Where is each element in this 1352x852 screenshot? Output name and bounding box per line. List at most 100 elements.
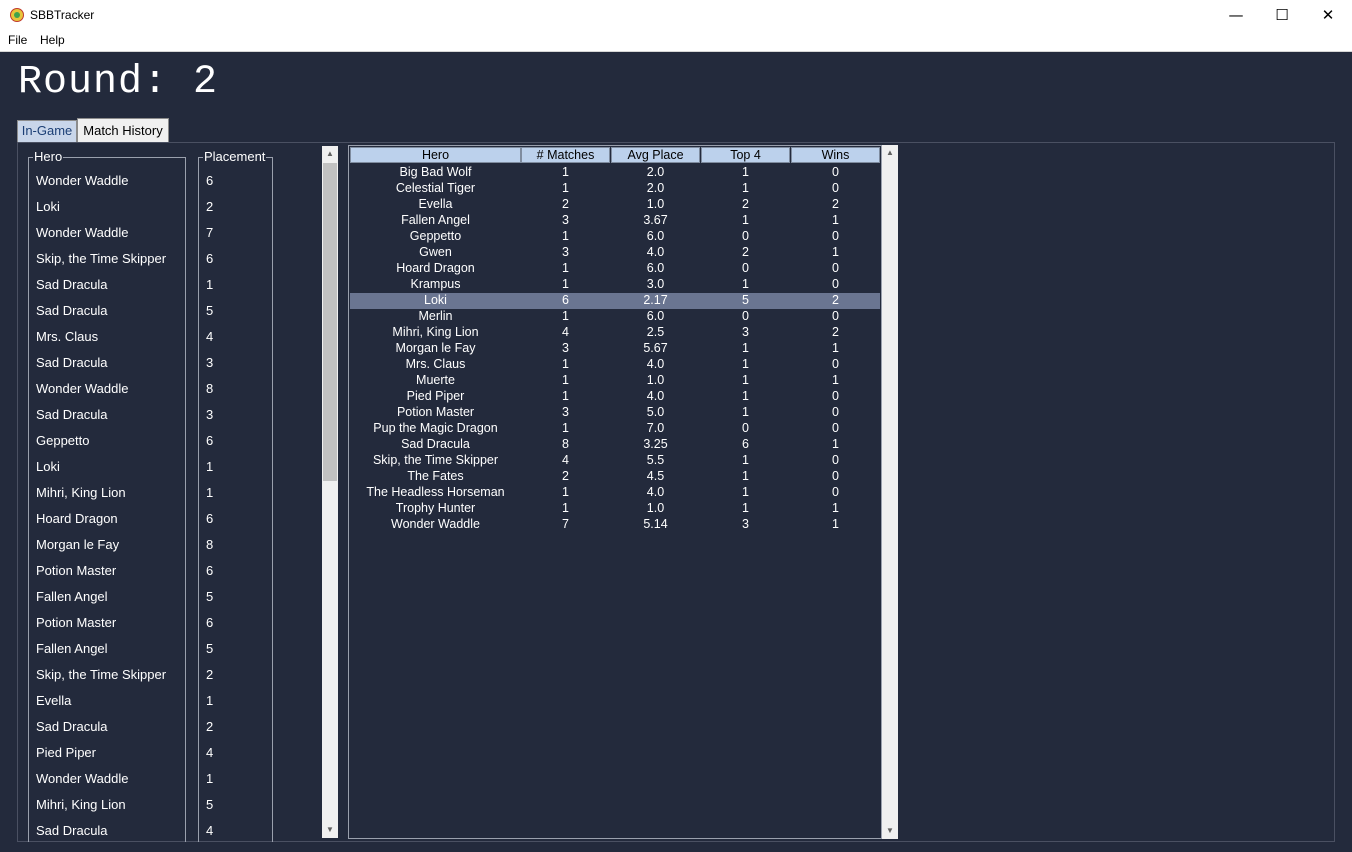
table-row[interactable]: Gwen 3 4.0 2 1	[350, 245, 880, 261]
table-row[interactable]: The Headless Horseman 1 4.0 1 0	[350, 485, 880, 501]
menu-help[interactable]: Help	[40, 33, 65, 47]
table-row[interactable]: Mihri, King Lion 4 2.5 3 2	[350, 325, 880, 341]
table-cell: 1	[832, 437, 839, 451]
tab-in-game[interactable]: In-Game	[17, 120, 77, 142]
table-cell: 1	[742, 389, 749, 403]
scrollbar-thumb[interactable]	[323, 163, 337, 481]
history-placement: 3	[206, 355, 214, 370]
table-cell: 4	[562, 453, 569, 467]
history-hero: Hoard Dragon	[36, 511, 118, 526]
history-placement: 4	[206, 329, 214, 344]
table-row[interactable]: Hoard Dragon 1 6.0 0 0	[350, 261, 880, 277]
table-cell: 0	[742, 229, 749, 243]
table-cell: 3	[562, 405, 569, 419]
table-row[interactable]: Trophy Hunter 1 1.0 1 1	[350, 501, 880, 517]
table-row[interactable]: Potion Master 3 5.0 1 0	[350, 405, 880, 421]
table-cell: Trophy Hunter	[395, 501, 476, 515]
table-cell: Loki	[424, 293, 447, 307]
table-cell: The Fates	[407, 469, 464, 483]
table-cell: 1	[562, 389, 569, 403]
table-row[interactable]: Morgan le Fay 3 5.67 1 1	[350, 341, 880, 357]
history-hero: Skip, the Time Skipper	[36, 667, 167, 682]
table-cell: 2.17	[643, 293, 668, 307]
scroll-up-icon[interactable]: ▲	[322, 146, 338, 162]
table-row[interactable]: Evella 2 1.0 2 2	[350, 197, 880, 213]
table-cell: 1	[742, 501, 749, 515]
menu-file[interactable]: File	[8, 33, 27, 47]
history-placement: 2	[206, 719, 214, 734]
column-header[interactable]: Hero	[350, 147, 521, 163]
history-placement: 4	[206, 823, 214, 838]
table-cell: 2.0	[646, 165, 665, 179]
table-cell: The Headless Horseman	[366, 485, 505, 499]
table-cell: 0	[832, 405, 839, 419]
table-row[interactable]: Krampus 1 3.0 1 0	[350, 277, 880, 293]
round-label: Round: 2	[18, 60, 219, 105]
table-row[interactable]: Mrs. Claus 1 4.0 1 0	[350, 357, 880, 373]
table-cell: 4.5	[646, 469, 665, 483]
table-row[interactable]: Loki 6 2.17 5 2	[350, 293, 880, 309]
scroll-down-icon[interactable]: ▼	[882, 823, 898, 839]
table-cell: 1	[742, 165, 749, 179]
table-cell: 0	[832, 309, 839, 323]
table-cell: 0	[832, 485, 839, 499]
table-cell: 1	[742, 405, 749, 419]
table-cell: 0	[742, 421, 749, 435]
table-cell: 1	[562, 357, 569, 371]
table-row[interactable]: Geppetto 1 6.0 0 0	[350, 229, 880, 245]
column-header[interactable]: Top 4	[701, 147, 790, 163]
table-cell: 0	[832, 261, 839, 275]
close-button[interactable]: ✕	[1305, 0, 1351, 30]
history-placement: 5	[206, 797, 214, 812]
table-row[interactable]: Sad Dracula 8 3.25 6 1	[350, 437, 880, 453]
history-placement: 6	[206, 511, 214, 526]
table-row[interactable]: Merlin 1 6.0 0 0	[350, 309, 880, 325]
history-hero: Fallen Angel	[36, 589, 108, 604]
table-cell: 0	[832, 469, 839, 483]
table-cell: Hoard Dragon	[396, 261, 475, 275]
table-cell: 0	[742, 309, 749, 323]
table-cell: 1	[832, 373, 839, 387]
table-cell: 3.67	[643, 213, 668, 227]
table-row[interactable]: Pup the Magic Dragon 1 7.0 0 0	[350, 421, 880, 437]
table-cell: 2.5	[646, 325, 665, 339]
column-header[interactable]: Wins	[791, 147, 880, 163]
column-header[interactable]: # Matches	[521, 147, 610, 163]
table-cell: 1	[832, 517, 839, 531]
table-row[interactable]: Muerte 1 1.0 1 1	[350, 373, 880, 389]
table-cell: 2	[832, 197, 839, 211]
table-cell: Big Bad Wolf	[399, 165, 472, 179]
history-scrollbar[interactable]: ▲ ▼	[322, 146, 338, 838]
table-row[interactable]: Skip, the Time Skipper 4 5.5 1 0	[350, 453, 880, 469]
table-cell: 2	[742, 197, 749, 211]
stats-scrollbar[interactable]: ▲ ▼	[882, 145, 898, 839]
table-cell: 5.0	[646, 405, 665, 419]
history-hero: Sad Dracula	[36, 303, 108, 318]
table-cell: 1	[562, 261, 569, 275]
minimize-button[interactable]: —	[1213, 0, 1259, 30]
table-cell: 3	[562, 213, 569, 227]
table-row[interactable]: Pied Piper 1 4.0 1 0	[350, 389, 880, 405]
table-row[interactable]: The Fates 2 4.5 1 0	[350, 469, 880, 485]
table-cell: Wonder Waddle	[391, 517, 480, 531]
table-cell: 5.14	[643, 517, 668, 531]
column-header[interactable]: Avg Place	[611, 147, 700, 163]
table-cell: 1.0	[646, 501, 665, 515]
table-row[interactable]: Fallen Angel 3 3.67 1 1	[350, 213, 880, 229]
table-cell: 0	[832, 277, 839, 291]
tab-match-history[interactable]: Match History	[77, 118, 169, 142]
scroll-down-icon[interactable]: ▼	[322, 822, 338, 838]
scroll-up-icon[interactable]: ▲	[882, 145, 898, 161]
maximize-button[interactable]: ☐	[1259, 0, 1305, 30]
history-placement: 6	[206, 251, 214, 266]
table-row[interactable]: Wonder Waddle 7 5.14 3 1	[350, 517, 880, 533]
table-row[interactable]: Big Bad Wolf 1 2.0 1 0	[350, 165, 880, 181]
history-placement: 1	[206, 459, 214, 474]
table-row[interactable]: Celestial Tiger 1 2.0 1 0	[350, 181, 880, 197]
history-placement: 8	[206, 537, 214, 552]
table-cell: 0	[832, 453, 839, 467]
table-cell: 0	[832, 165, 839, 179]
table-cell: 4	[562, 325, 569, 339]
window-title: SBBTracker	[30, 8, 95, 22]
history-hero: Skip, the Time Skipper	[36, 251, 167, 266]
